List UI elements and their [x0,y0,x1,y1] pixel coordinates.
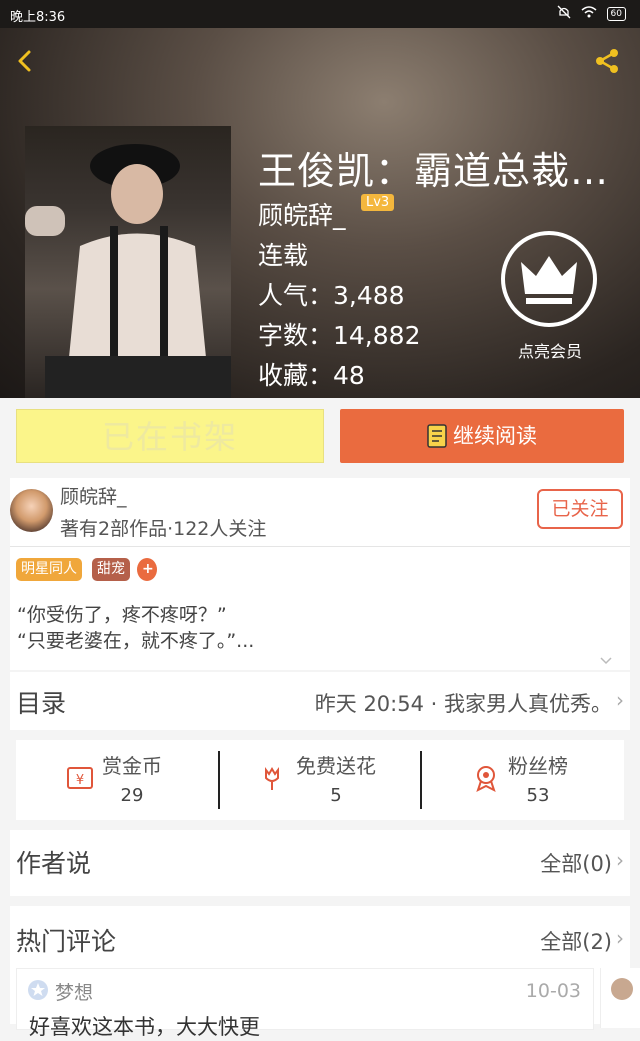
excerpt-line-2: “只要老婆在，就不疼了。”... [17,630,255,652]
comment-text: 好喜欢这本书，大大快更 [29,1015,260,1039]
mute-icon [557,5,571,23]
comment-date: 10-03 [525,980,581,1002]
avatar [611,978,633,1000]
back-button[interactable] [10,46,40,76]
author-name[interactable]: 顾皖辞_ [60,482,127,509]
author-says-row[interactable] [10,830,630,896]
wifi-icon [581,6,597,22]
next-comment-peek[interactable] [600,968,640,1028]
battery-indicator: 60 [606,7,626,21]
book-title: 王俊凯：霸道总裁… [258,149,610,193]
book-author[interactable]: 顾皖辞_ [258,196,346,232]
flower-icon [258,764,286,792]
follow-button[interactable]: 已关注 [537,489,623,529]
continue-reading-label: 继续阅读 [453,424,537,448]
author-avatar[interactable] [10,489,53,532]
expand-icon[interactable] [598,652,614,671]
chevron-left-icon [18,50,31,72]
tag-sweet-romance[interactable]: 甜宠 [92,558,130,581]
book-header: 王俊凯：霸道总裁… 顾皖辞_ Lv3 连载 人气：3,488 字数：14,882… [0,28,640,398]
toc-latest-chapter: 昨天 20:54 · 我家男人真优秀。 [314,692,612,716]
share-button[interactable] [592,46,622,76]
stats-divider [218,751,220,809]
author-stats: 著有2部作品·122人关注 [60,518,267,540]
fan-ranking-stat[interactable]: 粉丝榜 53 [438,750,638,806]
reward-coins-label: 赏金币 [102,754,162,778]
reward-coins-stat[interactable]: 赏金币 29 [32,750,232,806]
share-icon [596,49,618,73]
book-status: 连载 [258,241,309,270]
fan-ranking-value: 53 [526,785,550,806]
toc-label: 目录 [16,689,67,718]
comment-user[interactable]: 梦想 [55,978,93,1005]
user-icon [27,979,49,1005]
book-word-count: 字数：14,882 [258,321,421,350]
divider [10,546,630,547]
status-bar: 晚上8:36 60 [0,0,640,28]
book-favorites: 收藏：48 [258,361,365,390]
ribbon-icon [472,764,500,792]
money-icon: ¥ [66,764,94,792]
author-says-count: 全部(0) [540,852,612,876]
excerpt-line-1: “你受伤了，疼不疼呀？” [17,604,227,626]
level-badge: Lv3 [361,194,395,211]
book-cover-image[interactable] [25,126,231,398]
vip-label: 点亮会员 [517,342,582,361]
author-says-label: 作者说 [16,849,92,878]
reward-coins-value: 29 [120,785,144,806]
book-icon [427,424,447,448]
book-popularity: 人气：3,488 [258,281,405,310]
hot-comments-count[interactable]: 全部(2) [540,926,612,956]
chevron-right-icon: › [616,926,624,950]
svg-text:¥: ¥ [76,773,84,788]
status-time: 晚上8:36 [10,10,66,25]
stats-divider [420,751,422,809]
on-shelf-button[interactable]: 已在书架 [16,409,324,463]
continue-reading-button[interactable]: 继续阅读 [340,409,624,463]
tag-idol-fanfic[interactable]: 明星同人 [16,558,82,581]
chevron-right-icon: › [616,688,624,712]
comment-card[interactable]: 梦想 10-03 好喜欢这本书，大大快更 [16,968,594,1039]
add-tag-button[interactable]: + [137,558,157,581]
fan-ranking-label: 粉丝榜 [508,754,568,778]
crown-icon [501,231,597,327]
hot-comments-label: 热门评论 [16,927,117,956]
chevron-right-icon: › [616,848,624,872]
vip-button[interactable] [500,230,598,328]
